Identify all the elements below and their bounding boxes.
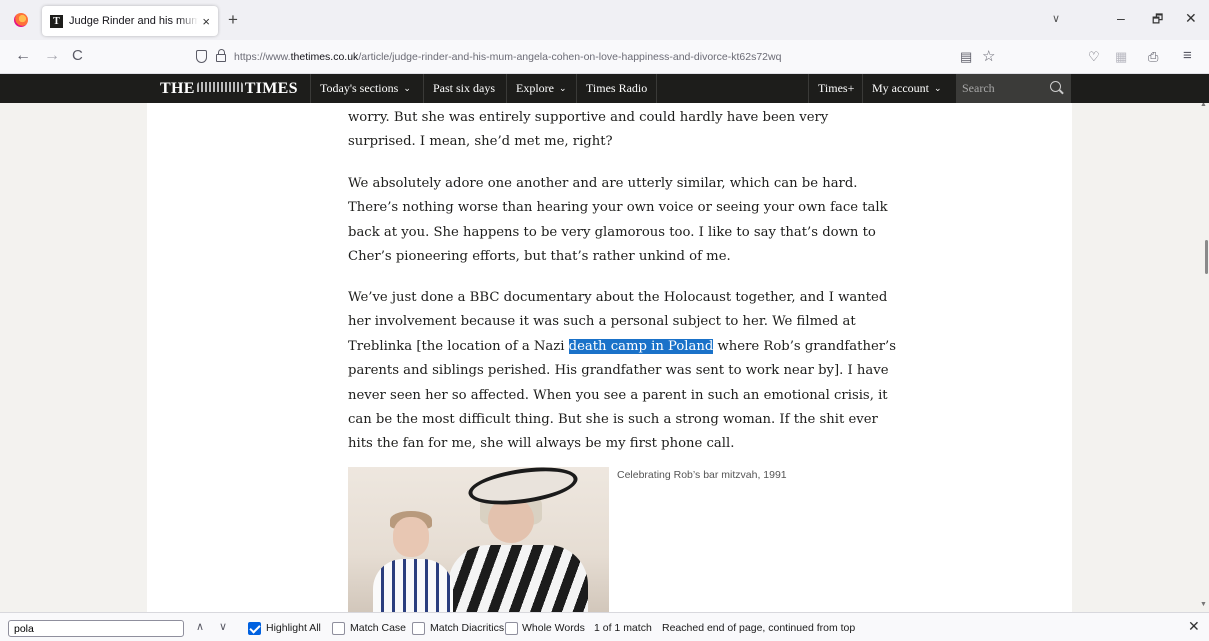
nav-label: Times Radio xyxy=(586,81,648,95)
my-account-menu[interactable]: My account ⌄ xyxy=(862,74,951,103)
article-line: back at you. She happens to be very glam… xyxy=(348,224,876,240)
site-logo[interactable]: THE TIMES xyxy=(160,80,298,98)
text-after-match: where Rob’s grandfather’s xyxy=(713,338,897,354)
article-line: hits the fan for me, she will always be … xyxy=(348,436,735,452)
tab-strip: T Judge Rinder and his mum Angela Cohen … xyxy=(0,0,1209,40)
article-line: her involvement because it was such a pe… xyxy=(348,314,856,330)
chevron-down-icon: ⌄ xyxy=(403,83,411,93)
lock-icon[interactable] xyxy=(216,49,226,62)
reload-icon[interactable]: C xyxy=(72,47,83,64)
photo-dress-shape xyxy=(448,545,588,612)
nav-label: Today's sections xyxy=(320,81,399,95)
nav-label: Past six days xyxy=(433,81,496,95)
find-next-icon[interactable]: ∨ xyxy=(219,620,227,633)
article-line-with-match: Treblinka [the location of a Nazi death … xyxy=(348,335,896,359)
article-line: can be the most difficult thing. But she… xyxy=(348,412,878,428)
article-line: never seen her so affected. When you see… xyxy=(348,387,888,403)
chevron-down-icon: ⌄ xyxy=(933,83,942,93)
nav-todays-sections[interactable]: Today's sections ⌄ xyxy=(310,74,420,103)
article-paragraph: We’ve just done a BBC documentary about … xyxy=(348,286,896,457)
article-line: We’ve just done a BBC documentary about … xyxy=(348,290,888,305)
find-bar: ∧ ∨ Highlight All Match Case Match Diacr… xyxy=(0,612,1209,641)
article-line: surprised. I mean, she’d met me, right? xyxy=(348,134,613,150)
pocket-icon[interactable]: ♡ xyxy=(1088,49,1100,65)
article-line: There’s nothing worse than hearing your … xyxy=(348,200,888,216)
site-search-input[interactable] xyxy=(962,81,1042,96)
my-account-label: My account xyxy=(872,81,929,95)
nav-past-six-days[interactable]: Past six days xyxy=(423,74,504,103)
find-match-highlight: death camp in Poland xyxy=(568,338,714,354)
match-case-label[interactable]: Match Case xyxy=(350,622,406,634)
logo-text-times: TIMES xyxy=(244,80,298,97)
article-paragraph: We absolutely adore one another and are … xyxy=(348,172,888,270)
reader-view-icon[interactable]: ▤ xyxy=(960,49,972,65)
whole-words-checkbox[interactable] xyxy=(505,622,518,635)
article-photo[interactable] xyxy=(348,467,609,612)
url-path: /article/judge-rinder-and-his-mum-angela… xyxy=(358,51,782,63)
forward-arrow-icon[interactable]: → xyxy=(44,47,60,65)
tab-active[interactable]: T Judge Rinder and his mum Angela Cohen … xyxy=(42,6,218,36)
article-paragraph: worry. But she was entirely supportive a… xyxy=(348,106,868,155)
find-bar-close-icon[interactable]: ✕ xyxy=(1188,618,1200,635)
match-diacritics-label[interactable]: Match Diacritics xyxy=(430,622,504,634)
article-line: worry. But she was entirely supportive a… xyxy=(348,110,829,125)
article-line: parents and siblings perished. His grand… xyxy=(348,363,889,379)
restore-icon[interactable]: 🗗 xyxy=(1152,10,1163,31)
tab-list-chevron-icon[interactable]: ∨ xyxy=(1052,12,1060,25)
scroll-down-arrow-icon[interactable]: ▼ xyxy=(1200,601,1207,608)
navigation-bar: ← → C https://www.thetimes.co.uk/article… xyxy=(0,40,1209,74)
shield-icon[interactable] xyxy=(196,50,207,63)
minimize-icon[interactable]: – xyxy=(1117,10,1125,26)
logo-text-the: THE xyxy=(160,80,195,97)
search-icon[interactable] xyxy=(1050,81,1061,92)
highlight-all-label[interactable]: Highlight All xyxy=(266,622,321,634)
site-header: THE TIMES Today's sections ⌄ Past six days… xyxy=(0,74,1209,103)
tab-close-icon[interactable]: × xyxy=(202,14,210,29)
article-line: We absolutely adore one another and are … xyxy=(348,176,858,191)
tab-title: Judge Rinder and his mum Angela Cohen on… xyxy=(69,15,199,27)
url-prefix: https://www. xyxy=(234,51,291,63)
scroll-up-arrow-icon[interactable]: ▲ xyxy=(1200,103,1207,108)
photo-caption: Celebrating Rob’s bar mitzvah, 1991 xyxy=(617,469,787,481)
article-line: Cher’s pioneering efforts, but that’s ra… xyxy=(348,249,731,265)
url-field[interactable]: https://www.thetimes.co.uk/article/judge… xyxy=(234,51,781,63)
whole-words-label[interactable]: Whole Words xyxy=(522,622,585,634)
extension-icon[interactable]: ▦ xyxy=(1115,49,1127,65)
site-search xyxy=(956,74,1071,103)
crest-icon xyxy=(196,82,243,92)
app-menu-icon[interactable]: ≡ xyxy=(1183,47,1192,64)
highlight-all-checkbox[interactable] xyxy=(248,622,261,635)
text-before-match: Treblinka [the location of a Nazi xyxy=(348,338,569,354)
times-favicon-icon: T xyxy=(50,14,63,28)
photo-tallit-shape xyxy=(373,559,453,612)
back-arrow-icon[interactable]: ← xyxy=(15,47,31,65)
page-background: worry. But she was entirely supportive a… xyxy=(0,103,1209,612)
times-plus-label: Times+ xyxy=(818,81,855,95)
find-previous-icon[interactable]: ∧ xyxy=(196,620,204,633)
nav-explore[interactable]: Explore ⌄ xyxy=(506,74,576,103)
scrollbar-thumb[interactable] xyxy=(1205,240,1208,274)
nav-label: Explore xyxy=(516,81,554,95)
share-icon[interactable]: ⎙ xyxy=(1148,49,1158,65)
match-case-checkbox[interactable] xyxy=(332,622,345,635)
bookmark-star-icon[interactable]: ☆ xyxy=(982,47,995,65)
photo-boy-face-shape xyxy=(393,517,429,557)
new-tab-icon[interactable]: + xyxy=(228,10,238,30)
window-close-icon[interactable]: ✕ xyxy=(1185,10,1197,27)
firefox-logo-icon[interactable] xyxy=(14,13,28,27)
find-input[interactable] xyxy=(8,620,184,637)
match-diacritics-checkbox[interactable] xyxy=(412,622,425,635)
times-plus-link[interactable]: Times+ xyxy=(808,74,863,103)
find-status: Reached end of page, continued from top xyxy=(662,622,856,634)
url-domain: thetimes.co.uk xyxy=(290,51,359,63)
nav-times-radio[interactable]: Times Radio xyxy=(576,74,658,103)
chevron-down-icon: ⌄ xyxy=(559,83,567,93)
find-result-count: 1 of 1 match xyxy=(594,622,652,634)
